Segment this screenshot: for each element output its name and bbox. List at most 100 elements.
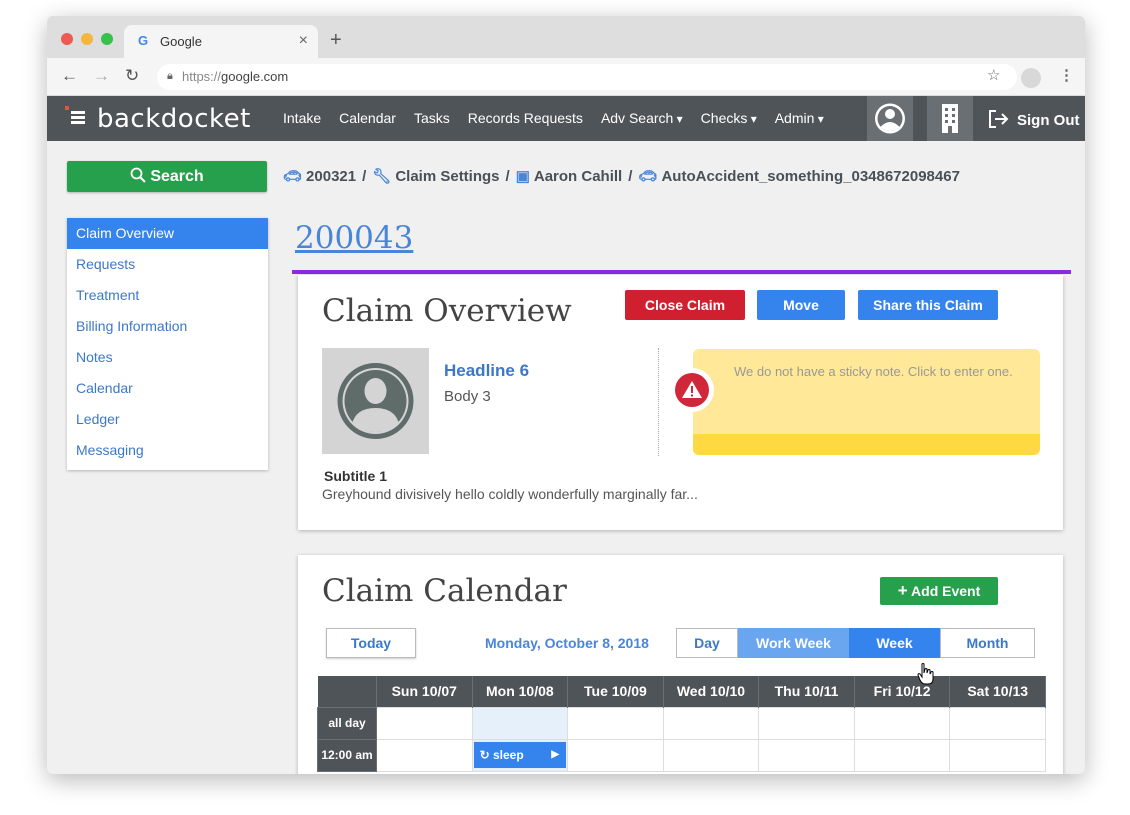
calendar-cell[interactable] (376, 706, 473, 740)
view-work-week-button[interactable]: Work Week (738, 628, 849, 658)
minimize-window-button[interactable] (81, 33, 93, 45)
browser-menu-icon[interactable]: ⋮ (1059, 67, 1074, 85)
today-button[interactable]: Today (326, 628, 416, 658)
calendar-cell[interactable] (758, 706, 855, 740)
sidebar-item-claim-overview[interactable]: Claim Overview (67, 218, 268, 249)
calendar-cell[interactable] (853, 738, 951, 772)
nav-calendar[interactable]: Calendar (339, 110, 396, 126)
body-text: Body 3 (444, 388, 491, 405)
breadcrumb-claim[interactable]: 200321 (306, 168, 356, 185)
sidebar-item-calendar[interactable]: Calendar (67, 373, 268, 404)
day-header: Sat 10/13 (949, 676, 1046, 707)
sidebar-item-billing[interactable]: Billing Information (67, 311, 268, 342)
close-window-button[interactable] (61, 33, 73, 45)
breadcrumb: 🚗︎ 200321/🔧︎ Claim Settings / ▣ Aaron Cahill /… (283, 168, 960, 185)
car-icon: 🚗︎ (283, 168, 303, 185)
maximize-window-button[interactable] (101, 33, 113, 45)
logo-menu-icon (65, 104, 91, 130)
forward-arrow-icon[interactable]: → (93, 67, 110, 85)
sticky-note-footer (693, 434, 1040, 455)
user-profile-button[interactable] (867, 96, 913, 141)
subtitle: Subtitle 1 (324, 468, 388, 484)
breadcrumb-settings[interactable]: Claim Settings (395, 168, 499, 185)
nav-adv-search[interactable]: Adv Search (601, 110, 683, 126)
headline[interactable]: Headline 6 (444, 361, 529, 381)
plus-icon: + (897, 581, 908, 600)
breadcrumb-client[interactable]: Aaron Cahill (534, 168, 622, 185)
new-tab-button[interactable]: + (330, 30, 342, 50)
hand-cursor-icon (917, 663, 934, 685)
browser-window: G Google × + ← → ↻ 🔒︎ https://google.com… (47, 16, 1085, 774)
calendar-cell[interactable] (567, 706, 664, 740)
vertical-divider (658, 348, 659, 456)
nav-checks[interactable]: Checks (701, 110, 757, 126)
day-header: Mon 10/08 (472, 676, 569, 707)
claimant-photo[interactable] (322, 348, 429, 454)
car-icon: 🚗︎ (638, 168, 658, 185)
view-day-button[interactable]: Day (676, 628, 738, 658)
calendar-cell[interactable] (949, 706, 1046, 740)
nav-intake[interactable]: Intake (283, 110, 321, 126)
sidebar-item-requests[interactable]: Requests (67, 249, 268, 280)
calendar-event[interactable]: ↻ sleep ▶ (473, 742, 567, 768)
sidebar-item-treatment[interactable]: Treatment (67, 280, 268, 311)
wrench-icon: 🔧︎ (372, 168, 392, 185)
calendar-cell[interactable] (758, 738, 855, 772)
app-logo[interactable]: backdocket (65, 104, 251, 134)
search-icon (130, 167, 147, 183)
bookmark-star-icon[interactable]: ☆ (987, 66, 1000, 84)
profile-avatar[interactable] (1021, 68, 1041, 88)
breadcrumb-file[interactable]: AutoAccident_something_0348672098467 (661, 168, 959, 185)
event-label: sleep (492, 748, 524, 762)
sidebar-item-ledger[interactable]: Ledger (67, 404, 268, 435)
calendar-cell[interactable] (376, 738, 473, 772)
row-label: all day (317, 706, 377, 740)
calendar-cell[interactable] (471, 706, 569, 740)
reload-icon[interactable]: ↻ (125, 67, 139, 85)
person-placeholder-icon (337, 363, 414, 439)
browser-tab[interactable]: G Google × (124, 25, 318, 58)
back-arrow-icon[interactable]: ← (61, 67, 78, 85)
week-calendar-grid: Sun 10/07 Mon 10/08 Tue 10/09 Wed 10/10 … (317, 676, 1046, 772)
sidebar-item-notes[interactable]: Notes (67, 342, 268, 373)
subtitle-text: Greyhound divisively hello coldly wonder… (322, 486, 698, 502)
claim-calendar-card: Claim Calendar + Add Event Today Monday,… (298, 555, 1063, 774)
sticky-note[interactable]: We do not have a sticky note. Click to e… (693, 349, 1040, 455)
address-bar[interactable]: 🔒︎ https://google.com (157, 64, 1017, 90)
add-event-button[interactable]: + Add Event (880, 577, 998, 605)
calendar-cell[interactable] (662, 706, 760, 740)
sidebar-item-messaging[interactable]: Messaging (67, 435, 268, 466)
calendar-cell[interactable] (662, 738, 760, 772)
sticky-note-text: We do not have a sticky note. Click to e… (734, 364, 1013, 379)
app-header: backdocket Intake Calendar Tasks Records… (47, 96, 1085, 141)
overview-title: Claim Overview (322, 293, 572, 329)
google-icon: G (138, 33, 149, 48)
sign-out-button[interactable]: Sign Out (987, 109, 1080, 129)
all-day-row: all day (317, 706, 1046, 740)
day-header: Sun 10/07 (376, 676, 473, 707)
recurring-icon: ↻ (479, 748, 490, 762)
calendar-cell[interactable]: ↻ sleep ▶ (471, 738, 569, 772)
view-month-button[interactable]: Month (940, 628, 1035, 658)
calendar-cell[interactable] (949, 738, 1046, 772)
nav-records-requests[interactable]: Records Requests (468, 110, 583, 126)
calendar-cell[interactable] (567, 738, 664, 772)
search-button[interactable]: Search (67, 161, 267, 192)
row-label: 12:00 am (317, 738, 377, 772)
close-icon[interactable]: × (299, 32, 308, 50)
corner-cell (317, 676, 377, 707)
move-button[interactable]: Move (757, 290, 845, 320)
firm-button[interactable] (927, 96, 973, 141)
claim-number-link[interactable]: 200043 (295, 220, 413, 256)
calendar-header-row: Sun 10/07 Mon 10/08 Tue 10/09 Wed 10/10 … (317, 676, 1046, 707)
browser-tabbar: G Google × + (47, 16, 1085, 58)
close-claim-button[interactable]: Close Claim (625, 290, 745, 320)
nav-tasks[interactable]: Tasks (414, 110, 450, 126)
calendar-cell[interactable] (853, 706, 951, 740)
nav-admin[interactable]: Admin (775, 110, 824, 126)
view-week-button[interactable]: Week (849, 628, 940, 658)
day-header: Tue 10/09 (567, 676, 664, 707)
warning-badge (670, 368, 714, 412)
lock-icon: 🔒︎ (167, 70, 173, 82)
share-claim-button[interactable]: Share this Claim (858, 290, 998, 320)
